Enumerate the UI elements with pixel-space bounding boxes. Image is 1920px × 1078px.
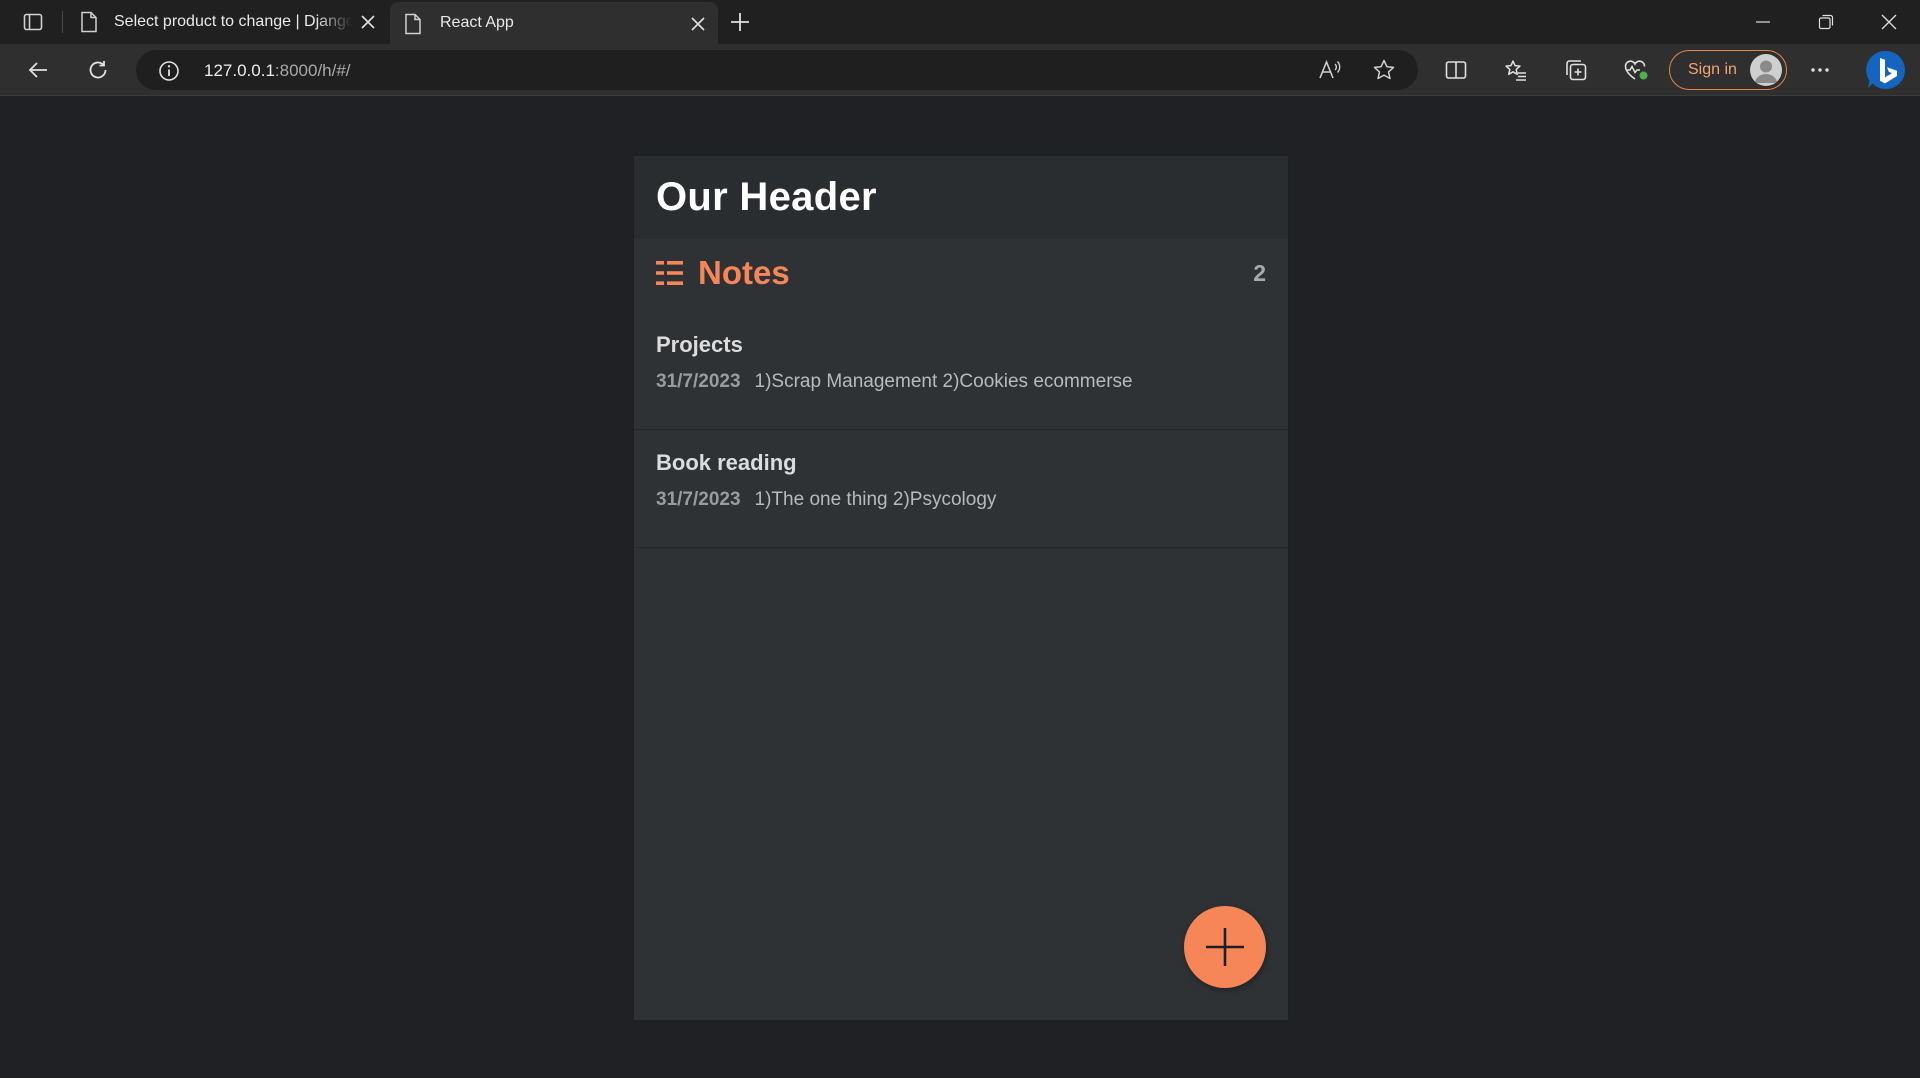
note-list-item[interactable]: Book reading 31/7/2023 1)The one thing 2)… bbox=[634, 430, 1288, 548]
favorites-button[interactable] bbox=[1498, 52, 1534, 88]
restore-icon bbox=[1818, 14, 1834, 30]
notes-count: 2 bbox=[1253, 259, 1266, 286]
heart-pulse-icon bbox=[1624, 60, 1648, 80]
close-tab-button[interactable] bbox=[688, 14, 708, 34]
favorites-icon bbox=[1505, 60, 1526, 81]
notes-app: Our Header Notes 2 Projects 31/7/2023 1)S… bbox=[634, 156, 1288, 1020]
profile-avatar-icon bbox=[1750, 54, 1782, 86]
copilot-button[interactable] bbox=[1864, 48, 1908, 92]
close-window-button[interactable] bbox=[1858, 0, 1920, 44]
close-icon bbox=[361, 15, 375, 29]
browser-toolbar: 127.0.0.1:8000/h/#/ Sign in bbox=[0, 44, 1920, 96]
close-tab-button[interactable] bbox=[358, 12, 378, 32]
favorite-button[interactable] bbox=[1372, 58, 1396, 82]
tab-separator bbox=[62, 11, 63, 33]
url-text[interactable]: 127.0.0.1:8000/h/#/ bbox=[204, 61, 351, 81]
list-icon bbox=[656, 261, 683, 285]
plus-icon bbox=[1206, 928, 1244, 966]
back-arrow-icon bbox=[28, 62, 47, 78]
plus-icon bbox=[731, 13, 749, 31]
note-preview: 1)The one thing 2)Psycology bbox=[754, 489, 997, 510]
minimize-button[interactable] bbox=[1732, 0, 1794, 44]
tab-actions-icon bbox=[23, 13, 43, 31]
note-title: Book reading bbox=[656, 450, 797, 475]
note-meta: 31/7/2023 1)The one thing 2)Psycology bbox=[656, 489, 996, 511]
tab-react-app[interactable]: React App bbox=[390, 2, 718, 44]
url-path: :8000/h/#/ bbox=[274, 61, 351, 80]
note-meta: 31/7/2023 1)Scrap Management 2)Cookies ec… bbox=[656, 371, 1133, 393]
tab-bar: Select product to change | Django site a… bbox=[0, 0, 1920, 44]
app-header: Our Header bbox=[634, 156, 1288, 239]
note-title: Projects bbox=[656, 332, 743, 357]
address-bar[interactable]: 127.0.0.1:8000/h/#/ bbox=[136, 50, 1418, 90]
read-aloud-button[interactable] bbox=[1318, 58, 1342, 82]
tab-actions-button[interactable] bbox=[14, 8, 52, 36]
url-host: 127.0.0.1 bbox=[204, 61, 275, 80]
note-date: 31/7/2023 bbox=[656, 371, 741, 392]
page-viewport: Our Header Notes 2 Projects 31/7/2023 1)S… bbox=[0, 97, 1920, 1078]
note-list-item[interactable]: Projects 31/7/2023 1)Scrap Management 2)C… bbox=[634, 312, 1288, 430]
collections-icon bbox=[1566, 60, 1587, 81]
read-aloud-icon bbox=[1319, 59, 1341, 79]
sign-in-label: Sign in bbox=[1688, 61, 1737, 78]
back-button[interactable] bbox=[20, 52, 56, 88]
tab-django-admin[interactable]: Select product to change | Django site a… bbox=[68, 0, 388, 44]
more-dots-icon bbox=[1811, 68, 1829, 72]
split-screen-button[interactable] bbox=[1438, 52, 1474, 88]
close-icon bbox=[1881, 14, 1897, 30]
settings-more-button[interactable] bbox=[1802, 52, 1838, 88]
browser-essentials-button[interactable] bbox=[1618, 52, 1654, 88]
new-tab-button[interactable] bbox=[728, 10, 752, 34]
notes-title: Notes bbox=[698, 254, 790, 291]
app-header-title: Our Header bbox=[656, 175, 877, 219]
restore-button[interactable] bbox=[1795, 0, 1857, 44]
reload-button[interactable] bbox=[80, 52, 116, 88]
tab-title: Select product to change | Django site a… bbox=[114, 13, 352, 30]
note-preview: 1)Scrap Management 2)Cookies ecommerse bbox=[754, 371, 1133, 392]
page-icon bbox=[405, 13, 421, 35]
reload-icon bbox=[89, 61, 107, 79]
star-icon bbox=[1373, 59, 1395, 80]
bing-chat-icon bbox=[1866, 50, 1905, 89]
add-note-button[interactable] bbox=[1184, 906, 1266, 988]
split-screen-icon bbox=[1445, 61, 1467, 79]
sign-in-button[interactable]: Sign in bbox=[1669, 50, 1787, 90]
tab-title: React App bbox=[440, 14, 514, 31]
page-icon bbox=[81, 11, 97, 33]
close-icon bbox=[691, 17, 705, 31]
minimize-icon bbox=[1756, 21, 1770, 23]
note-date: 31/7/2023 bbox=[656, 489, 741, 510]
collections-button[interactable] bbox=[1558, 52, 1594, 88]
site-info-icon[interactable] bbox=[158, 60, 180, 82]
notes-header: Notes 2 bbox=[634, 239, 1288, 307]
